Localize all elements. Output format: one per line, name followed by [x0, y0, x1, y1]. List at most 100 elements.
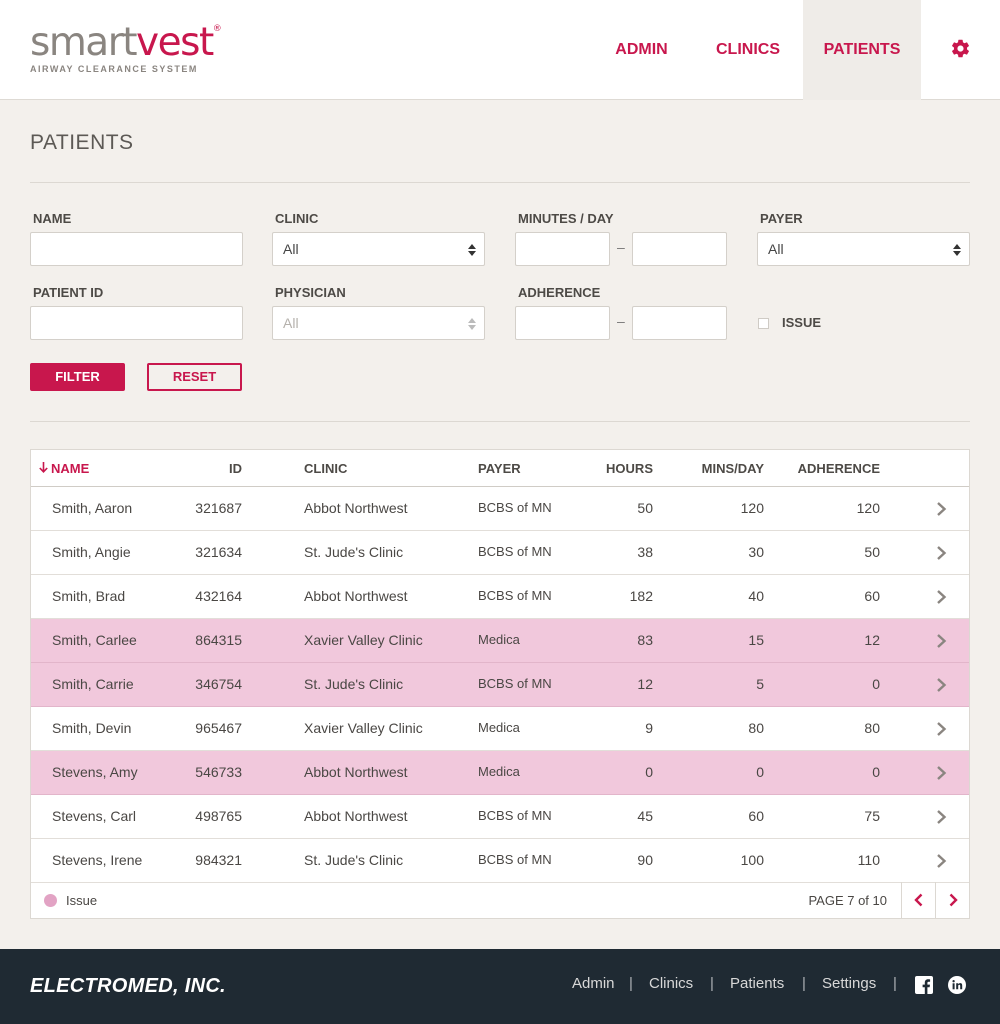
cell-hours: 12 [637, 676, 653, 692]
logo-wordmark: smartvest® [30, 16, 222, 66]
reset-button[interactable]: RESET [147, 363, 242, 391]
cell-name: Stevens, Carl [52, 808, 137, 824]
chevron-right-icon [949, 893, 958, 907]
nav-admin[interactable]: ADMIN [590, 0, 693, 100]
cell-payer: BCBS of MN [478, 544, 552, 559]
table-row[interactable]: Stevens, Amy 546733 Abbot Northwest Medica 0… [31, 751, 969, 795]
cell-id: 346754 [195, 676, 242, 692]
previous-page-button[interactable] [901, 882, 935, 918]
clinic-select[interactable]: All [272, 232, 485, 266]
cell-mins: 120 [740, 500, 764, 516]
table-row[interactable]: Smith, Carlee 864315 Xavier Valley Clinic M… [31, 619, 969, 663]
settings-button[interactable] [921, 0, 1000, 100]
issue-checkbox-label[interactable]: ISSUE [782, 315, 821, 330]
patient-id-input[interactable] [30, 306, 243, 340]
logo-text-vest: vest [136, 20, 214, 65]
table-row[interactable]: Smith, Devin 965467 Xavier Valley Clinic Me… [31, 707, 969, 751]
nav-patients[interactable]: PATIENTS [803, 0, 921, 100]
table-footer: Issue PAGE 7 of 10 [31, 882, 969, 918]
minutes-max-input[interactable] [632, 232, 727, 266]
app-header: smartvest® AIRWAY CLEARANCE SYSTEM ADMIN… [0, 0, 1000, 100]
chevron-right-icon[interactable] [934, 633, 948, 649]
facebook-icon[interactable] [915, 976, 933, 994]
cell-clinic: Abbot Northwest [304, 588, 408, 604]
cell-id: 546733 [195, 764, 242, 780]
table-row[interactable]: Smith, Carrie 346754 St. Jude's Clinic BCBS… [31, 663, 969, 707]
cell-hours: 9 [645, 720, 653, 736]
cell-name: Smith, Devin [52, 720, 132, 736]
column-header-name[interactable]: NAME [39, 461, 89, 476]
cell-id: 432164 [195, 588, 242, 604]
cell-adherence: 120 [856, 500, 880, 516]
issue-checkbox[interactable] [758, 318, 769, 329]
issue-legend-label: Issue [66, 893, 98, 908]
cell-clinic: St. Jude's Clinic [304, 544, 404, 560]
clinic-label: CLINIC [275, 211, 319, 226]
select-arrows-icon [953, 244, 961, 256]
smartvest-logo[interactable]: smartvest® AIRWAY CLEARANCE SYSTEM [30, 16, 222, 74]
column-header-clinic[interactable]: CLINIC [304, 461, 347, 476]
chevron-right-icon[interactable] [934, 677, 948, 693]
chevron-right-icon[interactable] [934, 501, 948, 517]
adherence-max-input[interactable] [632, 306, 727, 340]
cell-clinic: St. Jude's Clinic [304, 676, 404, 692]
table-row[interactable]: Smith, Aaron 321687 Abbot Northwest BCBS of… [31, 487, 969, 531]
footer-link-patients[interactable]: Patients [730, 975, 784, 992]
cell-id: 965467 [195, 720, 242, 736]
column-header-mins-per-day[interactable]: MINS/DAY [671, 461, 764, 476]
cell-id: 864315 [195, 632, 242, 648]
cell-mins: 40 [748, 588, 764, 604]
physician-select[interactable]: All [272, 306, 485, 340]
chevron-right-icon[interactable] [934, 589, 948, 605]
cell-hours: 38 [637, 544, 653, 560]
cell-name: Smith, Angie [52, 544, 131, 560]
footer-link-admin[interactable]: Admin [572, 975, 615, 992]
title-divider [30, 182, 970, 183]
footer-separator: | [629, 975, 633, 992]
cell-hours: 50 [637, 500, 653, 516]
cell-mins: 0 [756, 764, 764, 780]
column-header-payer[interactable]: PAYER [478, 461, 521, 476]
footer-link-settings[interactable]: Settings [822, 975, 876, 992]
cell-mins: 100 [740, 852, 764, 868]
adherence-label: ADHERENCE [518, 285, 601, 300]
cell-id: 984321 [195, 852, 242, 868]
cell-adherence: 50 [864, 544, 880, 560]
chevron-right-icon[interactable] [934, 853, 948, 869]
column-header-hours[interactable]: HOURS [591, 461, 653, 476]
linkedin-icon[interactable] [948, 976, 966, 994]
adherence-min-input[interactable] [515, 306, 610, 340]
chevron-right-icon[interactable] [934, 545, 948, 561]
cell-name: Smith, Carlee [52, 632, 137, 648]
footer-link-clinics[interactable]: Clinics [649, 975, 693, 992]
table-row[interactable]: Stevens, Carl 498765 Abbot Northwest BCBS o… [31, 795, 969, 839]
cell-name: Stevens, Amy [52, 764, 138, 780]
cell-clinic: Xavier Valley Clinic [304, 632, 423, 648]
column-header-id[interactable]: ID [181, 461, 242, 476]
logo-tagline: AIRWAY CLEARANCE SYSTEM [30, 64, 198, 74]
table-row[interactable]: Smith, Brad 432164 Abbot Northwest BCBS of … [31, 575, 969, 619]
next-page-button[interactable] [935, 882, 969, 918]
cell-mins: 60 [748, 808, 764, 824]
cell-name: Smith, Brad [52, 588, 126, 604]
column-header-adherence[interactable]: ADHERENCE [781, 461, 880, 476]
table-row[interactable]: Smith, Angie 321634 St. Jude's Clinic BCBS … [31, 531, 969, 575]
nav-clinics[interactable]: CLINICS [693, 0, 803, 100]
payer-select[interactable]: All [757, 232, 970, 266]
table-row[interactable]: Stevens, Irene 984321 St. Jude's Clinic BCB… [31, 839, 969, 883]
filter-button[interactable]: FILTER [30, 363, 125, 391]
gear-icon [952, 40, 969, 58]
sort-down-arrow-icon [39, 462, 48, 473]
cell-clinic: Xavier Valley Clinic [304, 720, 423, 736]
footer-separator: | [710, 975, 714, 992]
cell-adherence: 75 [864, 808, 880, 824]
name-input[interactable] [30, 232, 243, 266]
minutes-per-day-label: MINUTES / DAY [518, 211, 614, 226]
chevron-right-icon[interactable] [934, 721, 948, 737]
cell-payer: BCBS of MN [478, 808, 552, 823]
patient-id-label: PATIENT ID [33, 285, 104, 300]
chevron-right-icon[interactable] [934, 765, 948, 781]
chevron-right-icon[interactable] [934, 809, 948, 825]
chevron-left-icon [914, 893, 923, 907]
minutes-min-input[interactable] [515, 232, 610, 266]
